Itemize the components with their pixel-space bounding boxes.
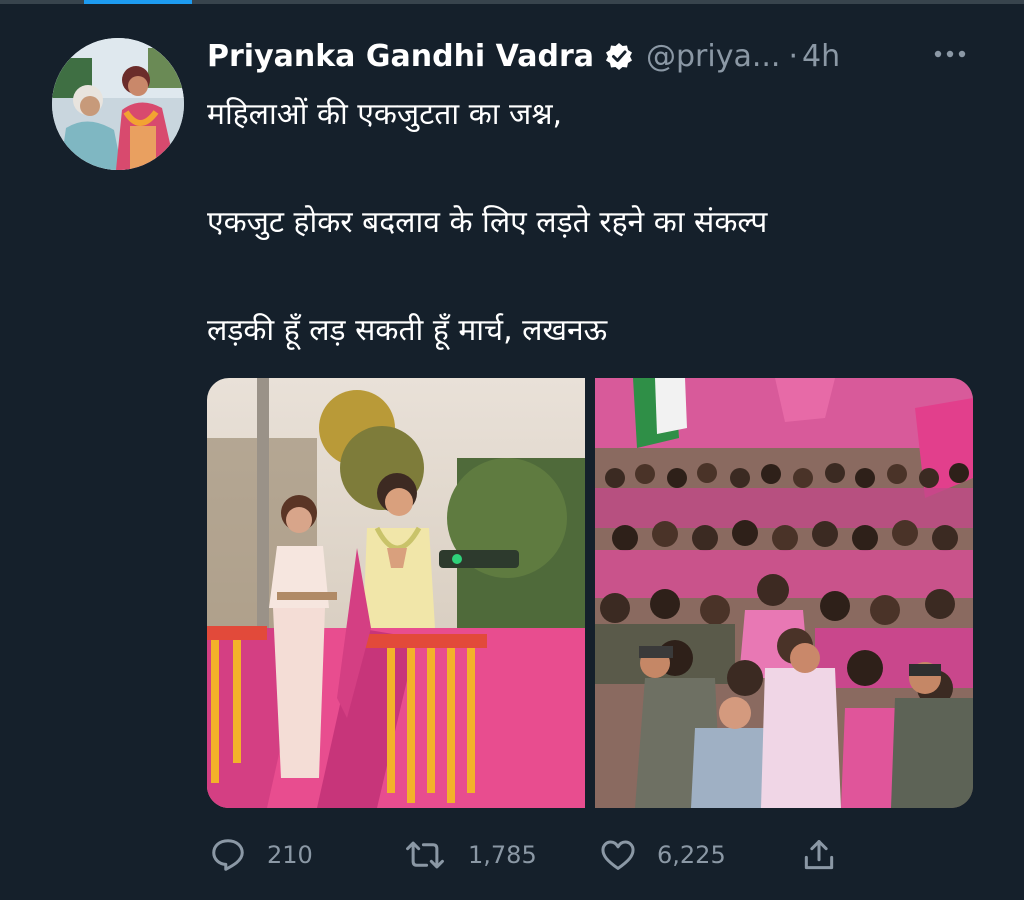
avatar-image	[52, 38, 184, 170]
media-photo-1[interactable]	[207, 378, 585, 808]
timestamp[interactable]: 4h	[802, 39, 840, 74]
tab-indicator	[84, 0, 192, 4]
verified-badge-icon	[604, 41, 634, 71]
retweet-button[interactable]: 1,785	[402, 832, 537, 878]
tweet-actions: 210 1,785 6,225	[207, 832, 847, 878]
share-button[interactable]	[800, 832, 838, 878]
share-icon	[800, 836, 838, 874]
like-button[interactable]: 6,225	[599, 832, 726, 878]
reply-icon	[209, 836, 247, 874]
heart-icon	[599, 836, 637, 874]
tweet-text-line-1: महिलाओं की एकजुटता का जश्न,	[207, 97, 563, 132]
reply-button[interactable]: 210	[209, 832, 313, 878]
author-handle[interactable]: @priya...	[646, 39, 780, 74]
separator-dot: ·	[788, 38, 798, 74]
tweet-media	[207, 378, 973, 808]
tweet-header: Priyanka Gandhi Vadra @priya... · 4h	[207, 34, 840, 78]
reply-count: 210	[267, 841, 313, 869]
avatar[interactable]	[52, 38, 184, 170]
tweet-text-line-2: एकजुट होकर बदलाव के लिए लड़ते रहने का सं…	[207, 205, 768, 240]
media-photo-2[interactable]	[595, 378, 973, 808]
like-count: 6,225	[657, 841, 726, 869]
tweet-text-line-3: लड़की हूँ लड़ सकती हूँ मार्च, लखनऊ	[207, 313, 608, 348]
retweet-count: 1,785	[468, 841, 537, 869]
more-options-icon[interactable]	[930, 42, 970, 66]
retweet-icon	[402, 836, 448, 874]
author-name[interactable]: Priyanka Gandhi Vadra	[207, 39, 594, 74]
